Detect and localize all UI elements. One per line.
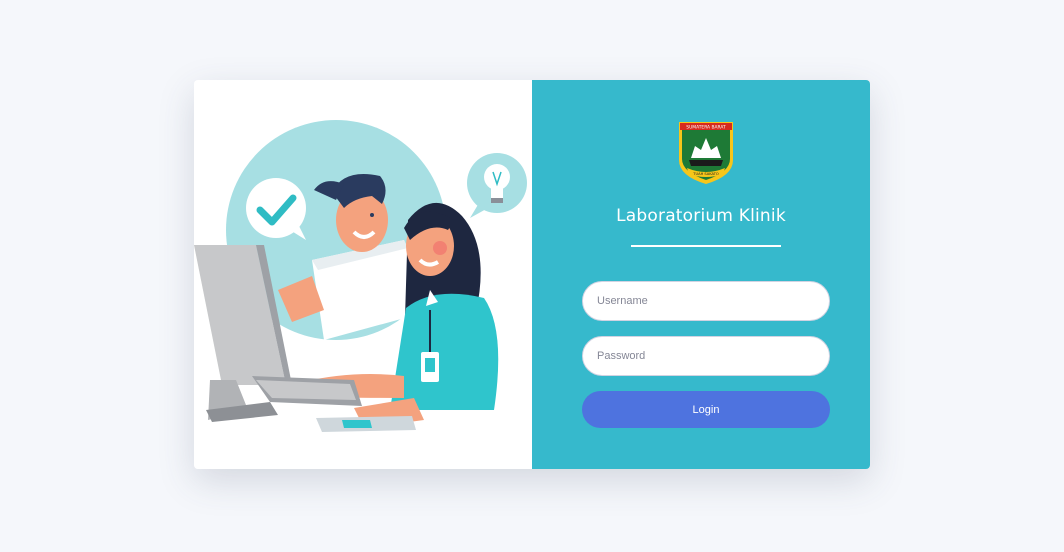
- login-card: SUMATERA BARAT TUAH SAKATO Laboratorium …: [194, 80, 870, 469]
- illustration-panel: [194, 80, 532, 469]
- page-title: Laboratorium Klinik: [616, 206, 786, 226]
- login-button[interactable]: Login: [582, 391, 830, 428]
- lightbulb-bubble-icon: [467, 153, 527, 218]
- lab-workers-illustration: [194, 120, 527, 432]
- password-input[interactable]: [582, 336, 830, 376]
- username-input[interactable]: [582, 281, 830, 321]
- title-divider: [631, 245, 781, 247]
- logo-bottom-text: TUAH SAKATO: [692, 172, 719, 176]
- sumatera-barat-logo: SUMATERA BARAT TUAH SAKATO: [679, 122, 733, 184]
- logo-top-text: SUMATERA BARAT: [686, 124, 726, 130]
- login-panel: SUMATERA BARAT TUAH SAKATO Laboratorium …: [532, 80, 870, 469]
